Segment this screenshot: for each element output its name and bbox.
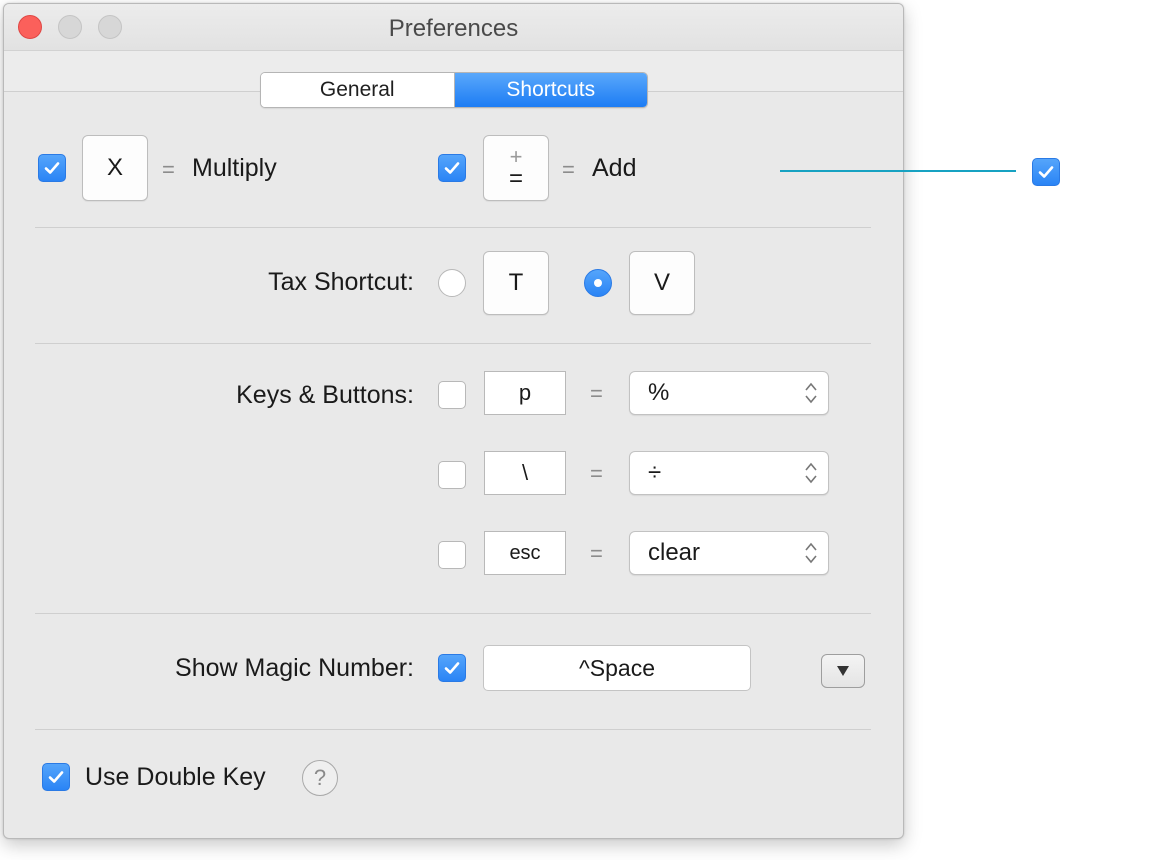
add-equals: = (562, 157, 575, 182)
key-row-3-checkbox[interactable] (438, 541, 466, 569)
double-key-label: Use Double Key (85, 763, 266, 791)
title-bar[interactable]: Preferences (4, 4, 903, 51)
key-row-1-select-value: % (648, 379, 670, 406)
help-icon: ? (313, 765, 327, 790)
divider (35, 227, 871, 228)
tab-general[interactable]: General (261, 73, 455, 107)
tax-key-v[interactable]: V (629, 251, 695, 315)
multiply-equals: = (162, 157, 175, 182)
key-row-1-key-label: p (518, 380, 532, 405)
checkmark-icon (444, 162, 460, 174)
tax-shortcut-label: Tax Shortcut: (268, 268, 414, 296)
add-key[interactable]: + = (483, 135, 549, 201)
tax-radio-v[interactable] (584, 269, 612, 297)
key-row-1-equals: = (590, 381, 603, 406)
callout-checkbox[interactable] (1032, 158, 1060, 186)
checkmark-icon (44, 162, 60, 174)
magic-number-checkbox[interactable] (438, 654, 466, 682)
divider (35, 729, 871, 730)
key-row-2-key-label: \ (521, 460, 529, 485)
key-row-2-select[interactable]: ÷ (629, 451, 829, 495)
multiply-key[interactable]: X (82, 135, 148, 201)
updown-arrows-icon (805, 542, 817, 564)
key-row-1-checkbox[interactable] (438, 381, 466, 409)
radio-dot (594, 279, 602, 287)
tab-segmented-control: General Shortcuts (260, 72, 648, 108)
key-row-3-equals: = (590, 541, 603, 566)
keys-buttons-label: Keys & Buttons: (236, 381, 414, 409)
key-row-2-equals: = (590, 461, 603, 486)
tax-key-t-label: T (508, 269, 524, 296)
key-row-3-key[interactable]: esc (484, 531, 566, 575)
updown-arrows-icon (805, 382, 817, 404)
multiply-key-label: X (106, 154, 123, 181)
triangle-down-icon (837, 666, 849, 676)
updown-arrows-icon (805, 462, 817, 484)
key-row-2-key[interactable]: \ (484, 451, 566, 495)
window-title: Preferences (388, 15, 519, 42)
preferences-window: Preferences General Shortcuts X = Multip… (3, 3, 904, 839)
key-row-1-select[interactable]: % (629, 371, 829, 415)
add-key-bottom: = (508, 165, 523, 192)
key-row-3-select-value: clear (648, 539, 701, 566)
checkmark-icon (444, 662, 460, 674)
multiply-checkbox[interactable] (38, 154, 66, 182)
magic-number-shortcut-value: ^Space (578, 654, 655, 681)
key-row-2-checkbox[interactable] (438, 461, 466, 489)
add-label: Add (592, 154, 637, 182)
magic-number-label: Show Magic Number: (175, 654, 414, 682)
double-key-checkbox[interactable] (42, 763, 70, 791)
divider (35, 613, 871, 614)
tax-key-t[interactable]: T (483, 251, 549, 315)
key-row-1-key[interactable]: p (484, 371, 566, 415)
tab-shortcuts[interactable]: Shortcuts (454, 73, 647, 107)
callout-line (780, 170, 1016, 172)
checkmark-icon (1038, 166, 1054, 178)
key-row-3-select[interactable]: clear (629, 531, 829, 575)
tax-radio-t[interactable] (438, 269, 466, 297)
help-button[interactable]: ? (302, 760, 338, 796)
multiply-label: Multiply (192, 154, 277, 182)
divider (35, 343, 871, 344)
checkmark-icon (48, 771, 64, 783)
key-row-3-key-label: esc (509, 541, 541, 564)
tax-key-v-label: V (653, 269, 670, 296)
magic-number-shortcut-field[interactable]: ^Space (483, 645, 751, 691)
magic-number-menu-button[interactable] (821, 654, 865, 688)
key-row-2-select-value: ÷ (648, 459, 662, 486)
add-checkbox[interactable] (438, 154, 466, 182)
